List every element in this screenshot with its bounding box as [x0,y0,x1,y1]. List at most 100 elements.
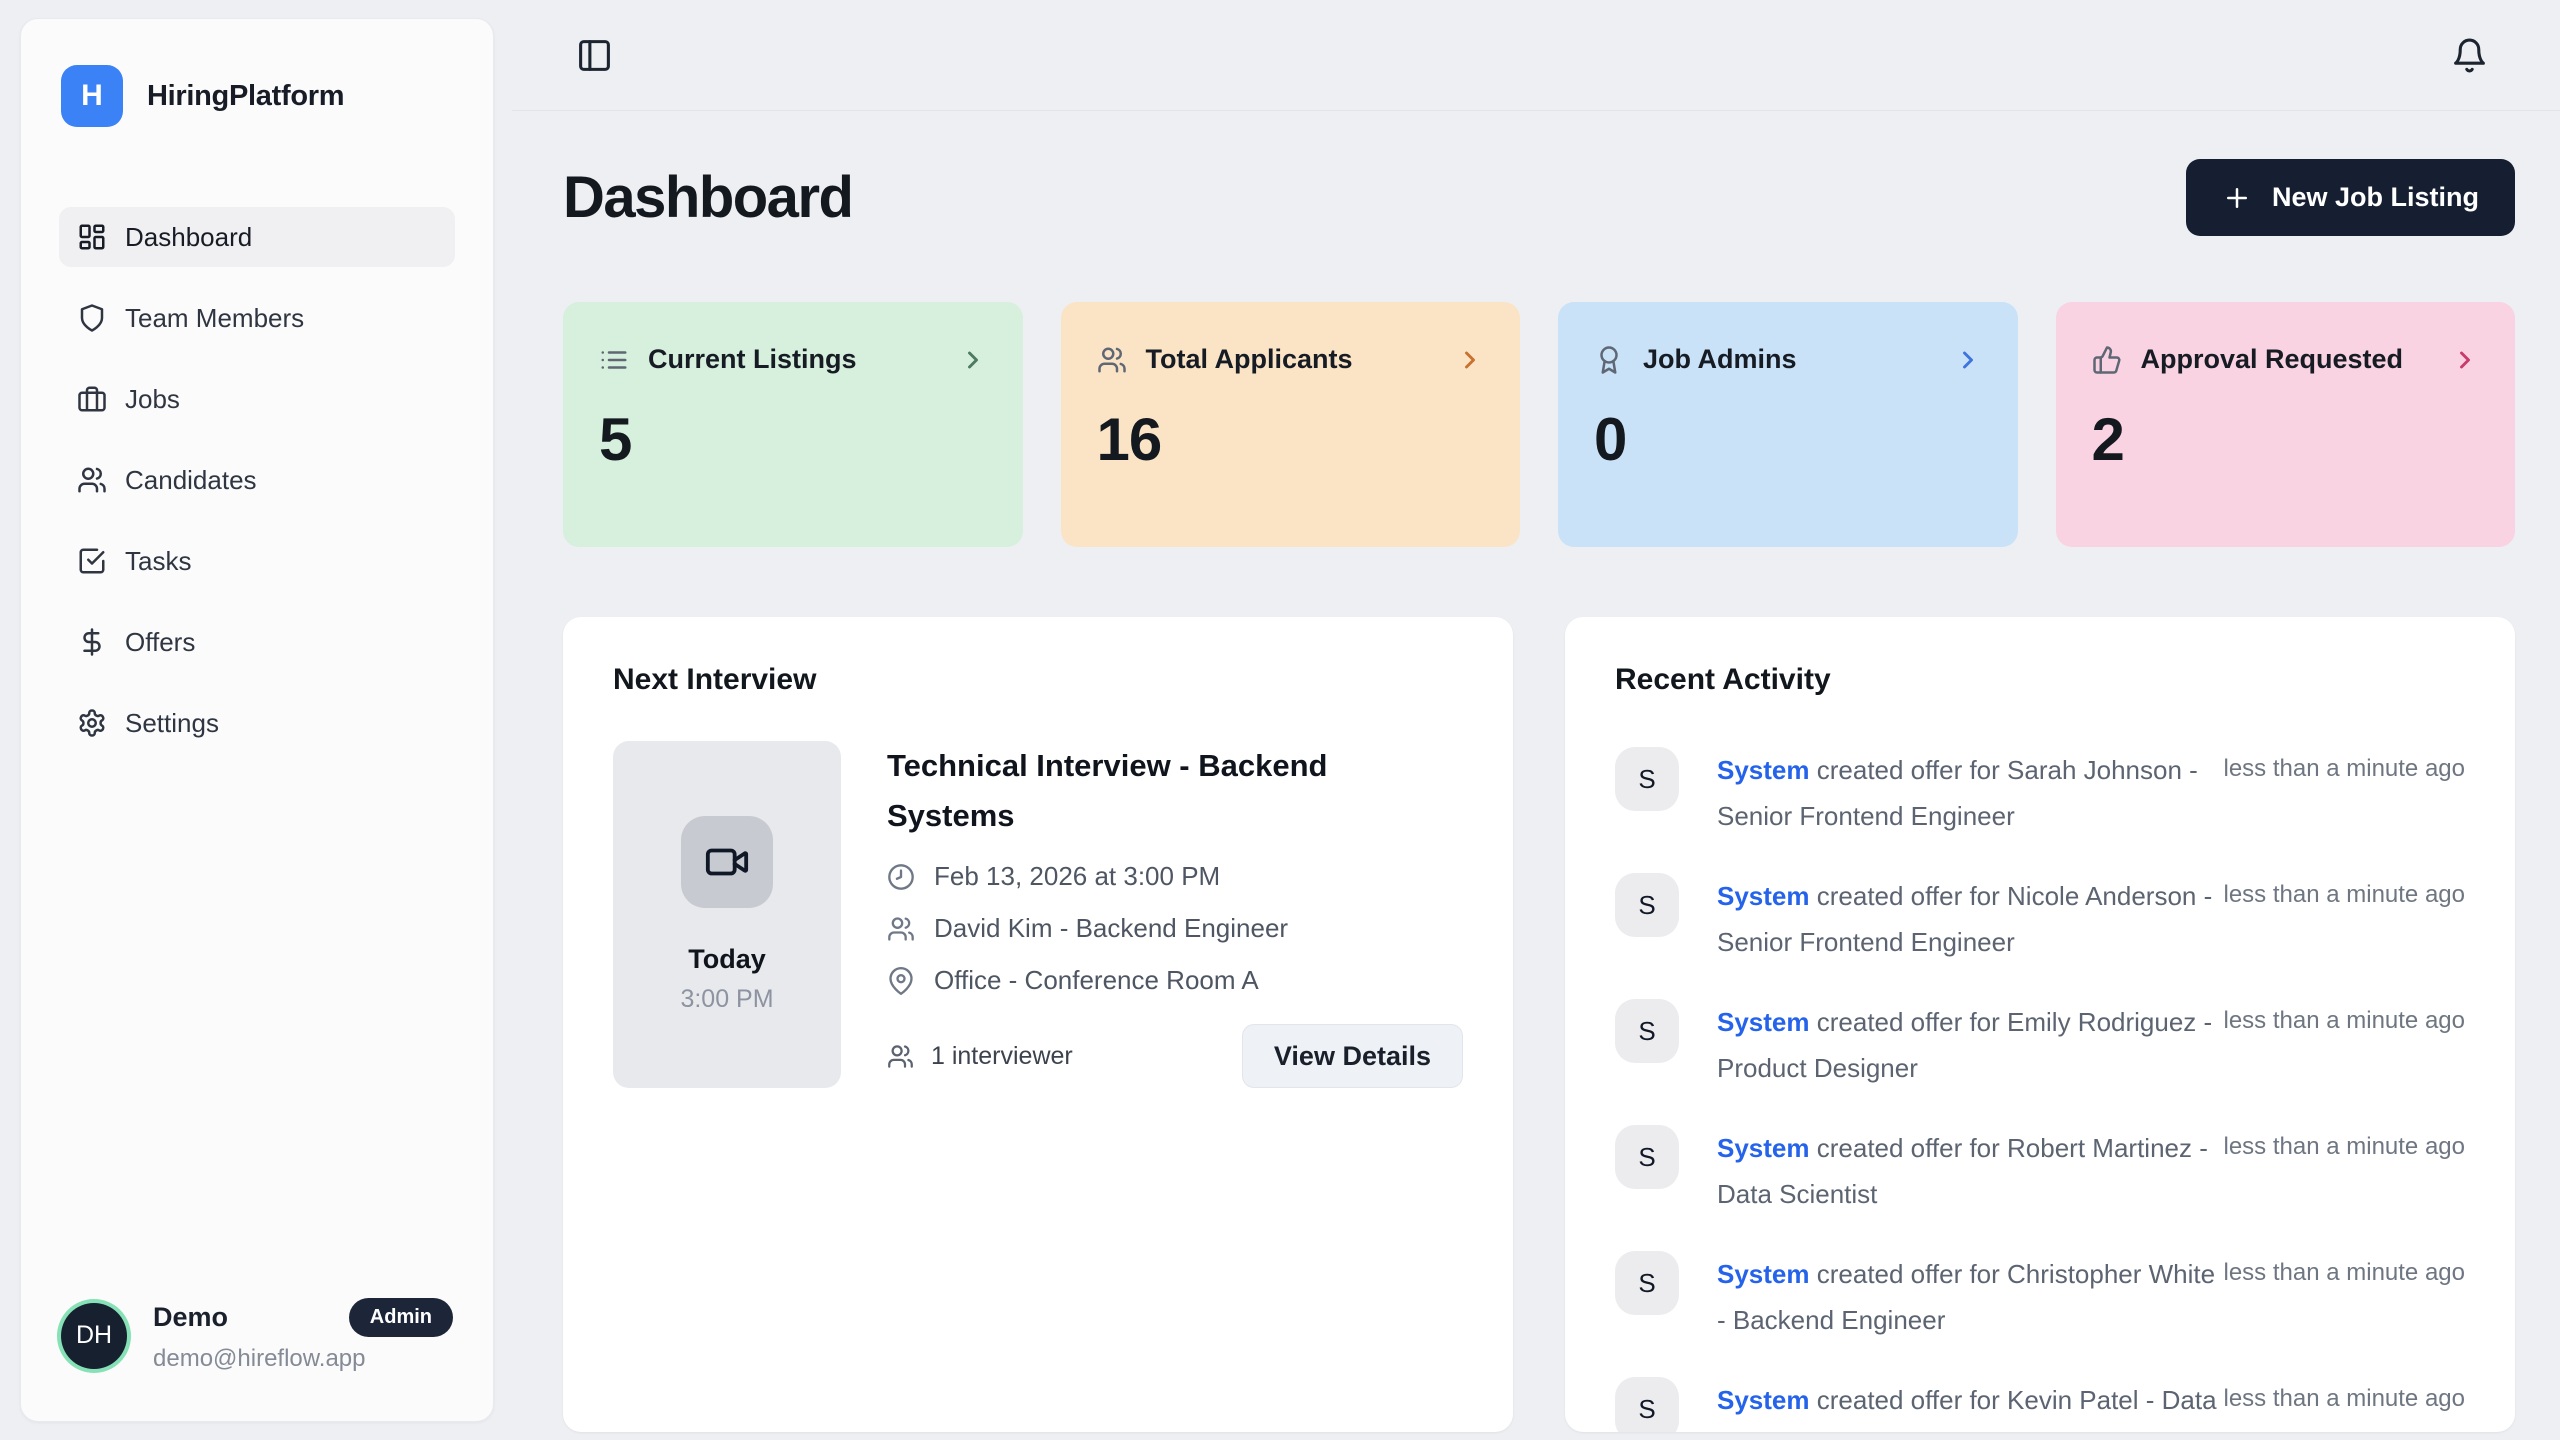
stat-label: Current Listings [648,344,857,375]
interview-details: Technical Interview - Backend Systems Fe… [887,741,1463,1088]
sidebar-item-dashboard[interactable]: Dashboard [59,207,455,267]
interview-location-row: Office - Conference Room A [887,965,1463,996]
clock-icon [887,863,915,891]
sidebar-item-jobs[interactable]: Jobs [59,369,455,429]
recent-activity-panel: Recent Activity S System created offer f… [1565,617,2515,1432]
users-icon [1097,345,1127,375]
view-details-button[interactable]: View Details [1242,1024,1463,1088]
sidebar-item-team-members[interactable]: Team Members [59,288,455,348]
activity-actor: System [1717,1259,1810,1289]
activity-actor: System [1717,881,1810,911]
interview-candidate: David Kim - Backend Engineer [934,913,1288,944]
list-icon [599,345,629,375]
interview-card: Today 3:00 PM Technical Interview - Back… [613,741,1463,1088]
activity-text: System created offer for Nicole Anderson… [1717,873,2224,965]
interview-datetime: Feb 13, 2026 at 3:00 PM [934,861,1220,892]
next-interview-title: Next Interview [613,663,1463,697]
sidebar-item-label: Settings [125,708,219,739]
stat-value: 2 [2092,405,2480,474]
bell-icon [2451,37,2488,74]
interview-thumbnail: Today 3:00 PM [613,741,841,1088]
activity-text: System created offer for Kevin Patel - D… [1717,1377,2224,1432]
check-square-icon [77,546,107,576]
sidebar-nav: Dashboard Team Members Jobs Candidates [21,207,493,753]
avatar: DH [61,1303,127,1369]
users-icon [887,1043,914,1070]
activity-text: System created offer for Emily Rodriguez… [1717,999,2224,1091]
chevron-right-icon [1456,346,1484,374]
sidebar-item-label: Offers [125,627,195,658]
video-camera-icon [681,816,773,908]
new-job-listing-button[interactable]: New Job Listing [2186,159,2515,236]
shield-icon [77,303,107,333]
activity-text: System created offer for Christopher Whi… [1717,1251,2224,1343]
stat-value: 5 [599,405,987,474]
stat-card-total-applicants[interactable]: Total Applicants 16 [1061,302,1521,547]
chevron-right-icon [1954,346,1982,374]
activity-actor: System [1717,755,1810,785]
activity-item: S System created offer for Christopher W… [1615,1251,2465,1343]
sidebar: H HiringPlatform Dashboard Team Members [20,18,494,1422]
notifications-button[interactable] [2451,37,2488,74]
stat-card-current-listings[interactable]: Current Listings 5 [563,302,1023,547]
activity-actor: System [1717,1385,1810,1415]
activity-avatar: S [1615,1377,1679,1432]
sidebar-item-label: Tasks [125,546,191,577]
activity-text: System created offer for Robert Martinez… [1717,1125,2224,1217]
activity-time: less than a minute ago [2224,1125,2466,1161]
gear-icon [77,708,107,738]
app-logo: H [61,65,123,127]
dashboard-content: Dashboard New Job Listing Current Listin… [512,111,2560,1440]
stat-card-approval-requested[interactable]: Approval Requested 2 [2056,302,2516,547]
activity-avatar: S [1615,1125,1679,1189]
activity-item: S System created offer for Sarah Johnson… [1615,747,2465,839]
panel-left-icon [576,37,613,74]
activity-avatar: S [1615,747,1679,811]
sidebar-item-label: Team Members [125,303,304,334]
chevron-right-icon [2451,346,2479,374]
sidebar-item-label: Candidates [125,465,257,496]
stat-label: Job Admins [1643,344,1797,375]
interview-location: Office - Conference Room A [934,965,1259,996]
interview-footer: 1 interviewer View Details [887,1024,1463,1088]
activity-time: less than a minute ago [2224,873,2466,909]
stat-label: Approval Requested [2141,344,2404,375]
activity-actor: System [1717,1007,1810,1037]
activity-avatar: S [1615,1251,1679,1315]
dollar-icon [77,627,107,657]
chevron-right-icon [959,346,987,374]
interview-time: 3:00 PM [680,985,773,1014]
interviewer-count-label: 1 interviewer [931,1042,1073,1071]
sidebar-item-candidates[interactable]: Candidates [59,450,455,510]
app-name: HiringPlatform [147,80,344,113]
panels-row: Next Interview Today 3:00 PM Technical I… [563,617,2515,1432]
award-icon [1594,345,1624,375]
stat-value: 16 [1097,405,1485,474]
activity-avatar: S [1615,873,1679,937]
user-info: Demo Admin demo@hireflow.app [153,1298,453,1373]
interviewer-count: 1 interviewer [887,1042,1073,1071]
sidebar-item-label: Dashboard [125,222,252,253]
activity-time: less than a minute ago [2224,1251,2466,1287]
activity-time: less than a minute ago [2224,999,2466,1035]
page-header: Dashboard New Job Listing [563,159,2515,236]
activity-actor: System [1717,1133,1810,1163]
thumbs-up-icon [2092,345,2122,375]
activity-item: S System created offer for Robert Martin… [1615,1125,2465,1217]
new-job-listing-label: New Job Listing [2272,182,2479,213]
user-profile[interactable]: DH Demo Admin demo@hireflow.app [21,1298,493,1421]
sidebar-toggle-button[interactable] [576,37,613,74]
hiring-platform-app: H HiringPlatform Dashboard Team Members [0,0,2560,1440]
plus-icon [2222,183,2252,213]
stat-card-job-admins[interactable]: Job Admins 0 [1558,302,2018,547]
sidebar-item-tasks[interactable]: Tasks [59,531,455,591]
users-icon [887,915,915,943]
user-name: Demo [153,1302,228,1333]
user-email: demo@hireflow.app [153,1345,453,1373]
next-interview-panel: Next Interview Today 3:00 PM Technical I… [563,617,1513,1432]
sidebar-item-offers[interactable]: Offers [59,612,455,672]
sidebar-item-settings[interactable]: Settings [59,693,455,753]
topbar [512,0,2560,111]
interview-datetime-row: Feb 13, 2026 at 3:00 PM [887,861,1463,892]
activity-avatar: S [1615,999,1679,1063]
